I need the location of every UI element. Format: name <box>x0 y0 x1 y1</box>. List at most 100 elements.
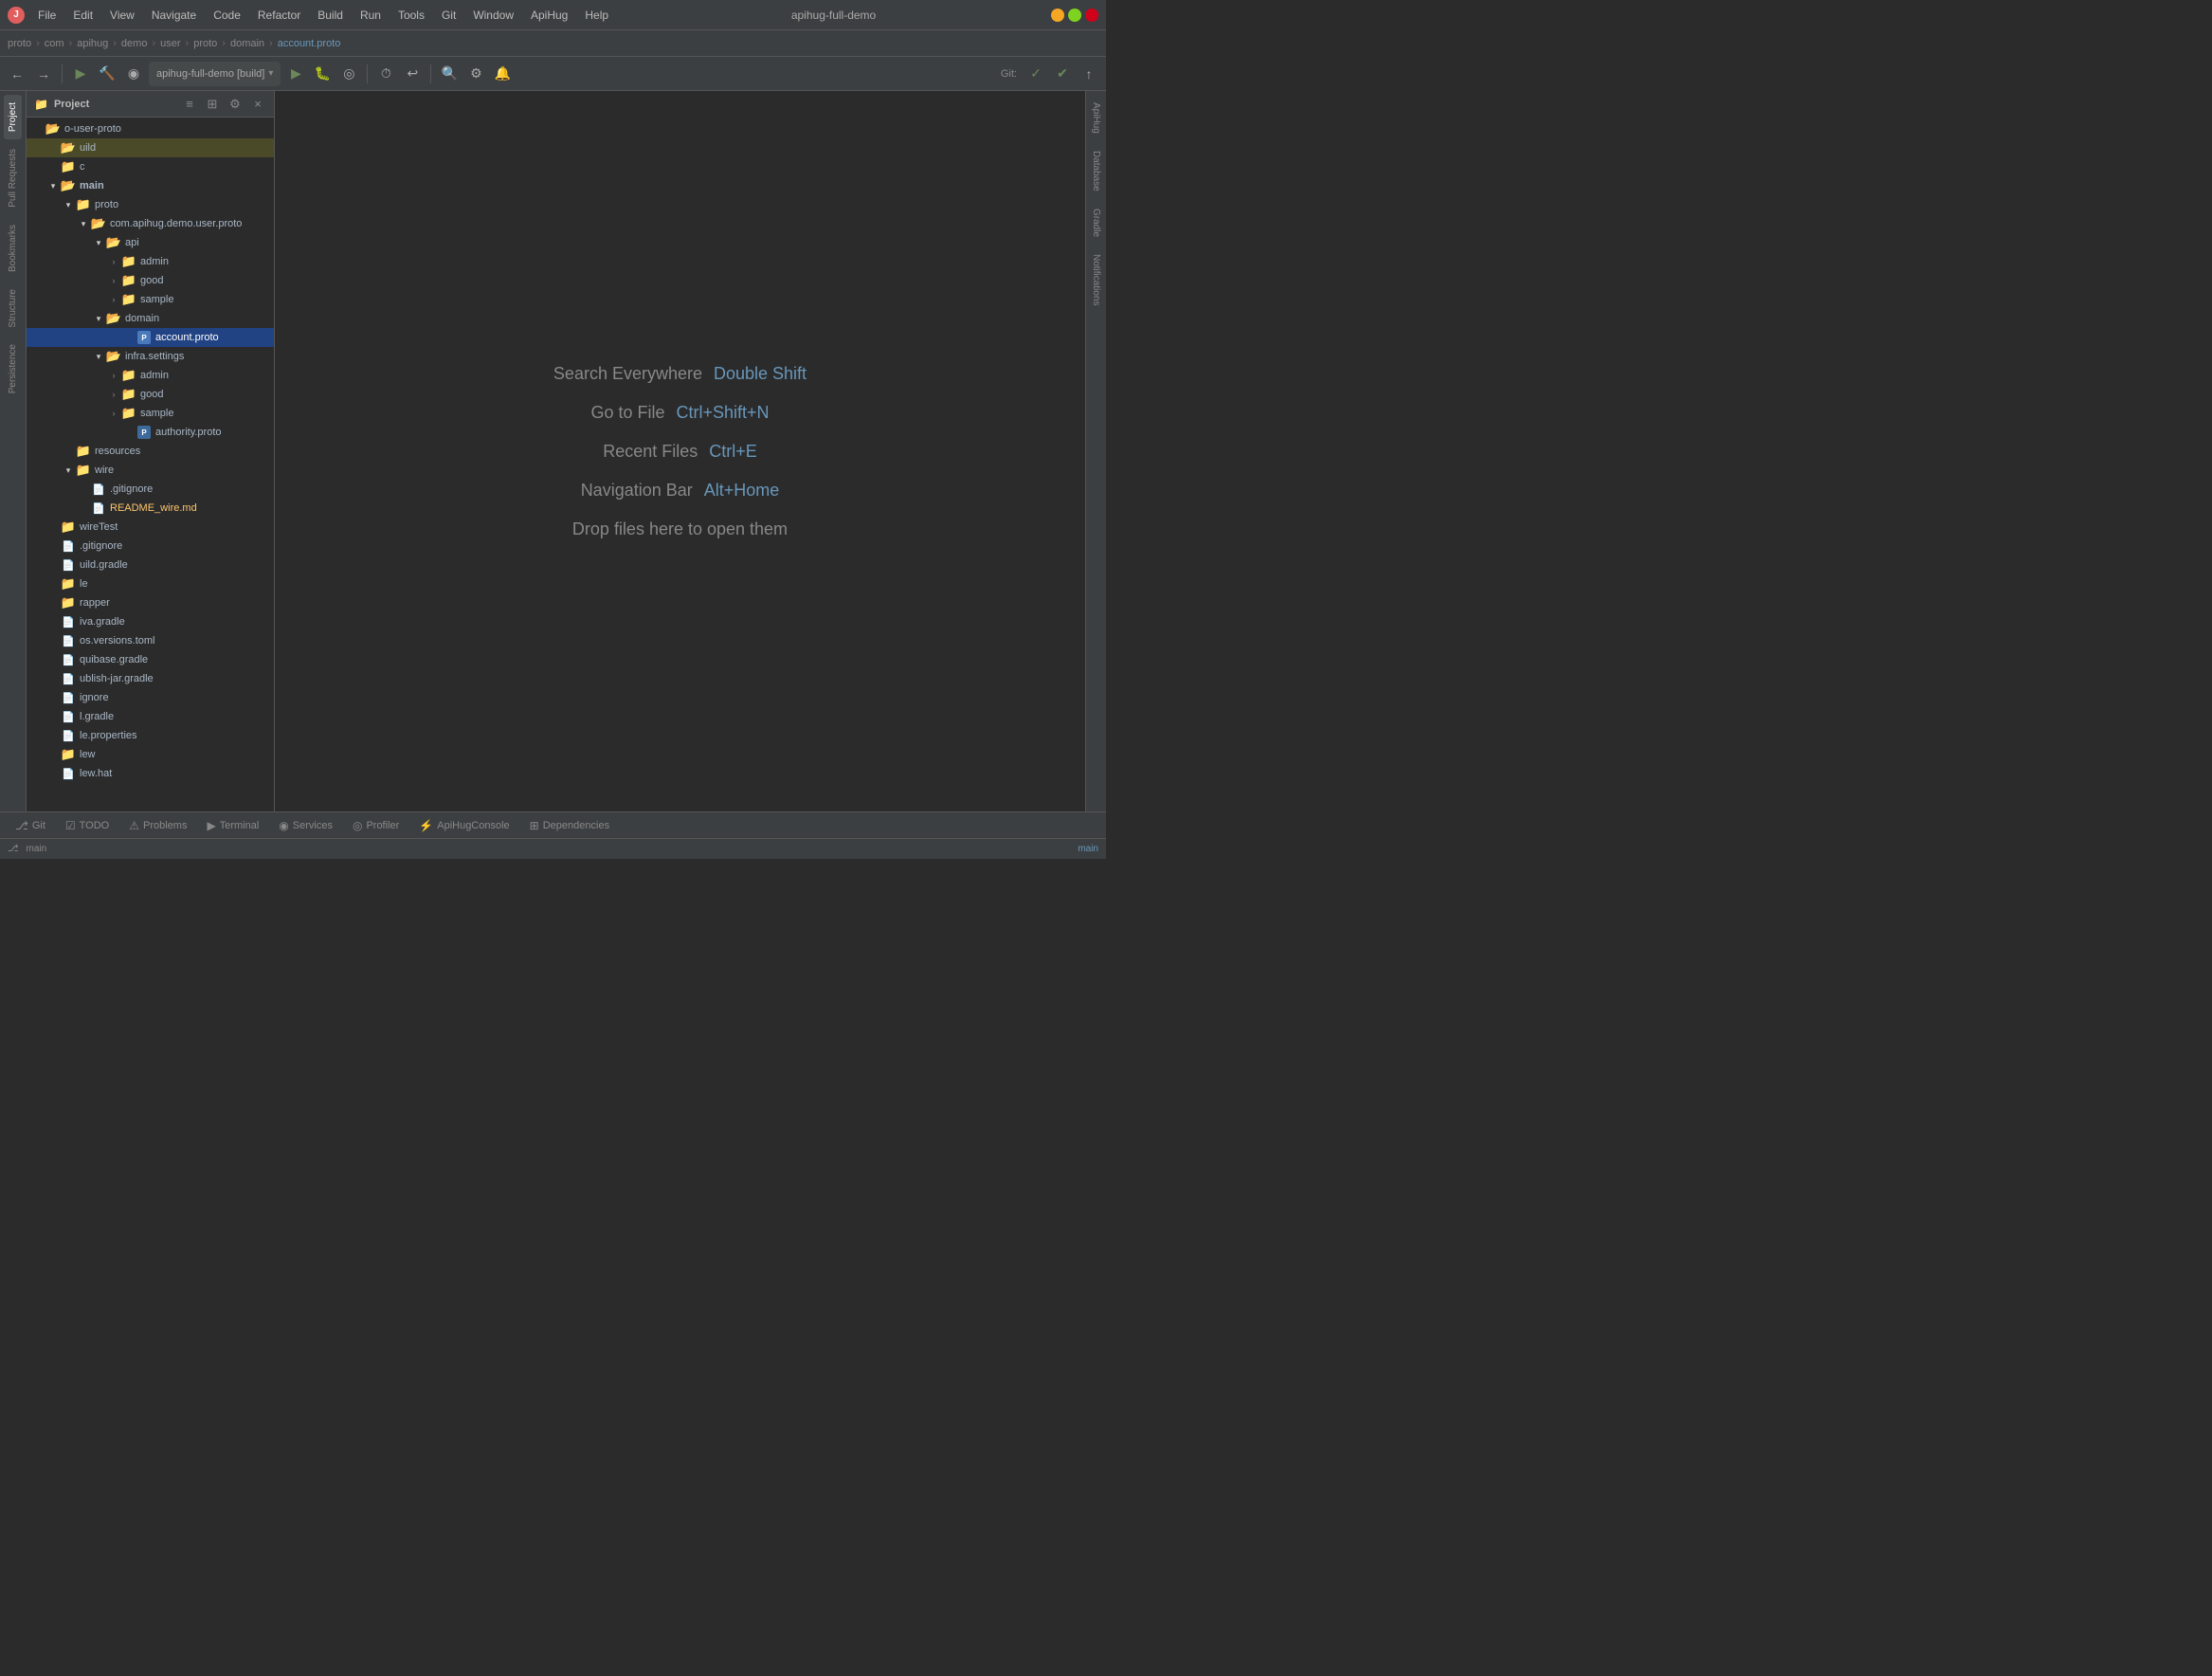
tree-item-le-properties[interactable]: 📄 le.properties <box>27 726 274 745</box>
bottom-tab-profiler[interactable]: ◎ Profiler <box>343 812 409 838</box>
menu-run[interactable]: Run <box>353 7 389 24</box>
left-tab-project[interactable]: Project <box>4 95 22 139</box>
right-tab-apihug[interactable]: ApiHug <box>1087 95 1105 141</box>
menu-code[interactable]: Code <box>206 7 248 24</box>
tree-item-proto[interactable]: ▾ 📁 proto <box>27 195 274 214</box>
debug-button[interactable]: 🐛 <box>311 63 334 85</box>
tree-item-api[interactable]: ▾ 📂 api <box>27 233 274 252</box>
breadcrumb-user[interactable]: user <box>160 38 180 49</box>
menu-view[interactable]: View <box>102 7 142 24</box>
bottom-tab-todo[interactable]: ☑ TODO <box>56 812 119 838</box>
tree-item-main[interactable]: ▾ 📂 main <box>27 176 274 195</box>
project-close-button[interactable]: × <box>249 96 266 113</box>
settings-button[interactable]: ⚙ <box>464 63 487 85</box>
undo-button[interactable]: ↩ <box>401 63 424 85</box>
breadcrumb-proto[interactable]: proto <box>8 38 31 49</box>
build-button[interactable]: 🔨 <box>96 63 118 85</box>
left-tab-persistence[interactable]: Persistence <box>4 337 22 401</box>
menu-refactor[interactable]: Refactor <box>250 7 308 24</box>
tree-item-ignore[interactable]: 📄 ignore <box>27 688 274 707</box>
left-tab-pull-requests[interactable]: Pull Requests <box>4 141 22 215</box>
tree-item-good2[interactable]: › 📁 good <box>27 385 274 404</box>
tree-item-quibase-gradle[interactable]: 📄 quibase.gradle <box>27 650 274 669</box>
tree-item-good1[interactable]: › 📁 good <box>27 271 274 290</box>
run-green-button[interactable]: ▶ <box>284 63 307 85</box>
tree-item-build[interactable]: 📂 uild <box>27 138 274 157</box>
menu-apihug[interactable]: ApiHug <box>523 7 575 24</box>
tree-item-rapper[interactable]: 📁 rapper <box>27 593 274 612</box>
bottom-tab-problems[interactable]: ⚠ Problems <box>119 812 197 838</box>
tree-item-infra[interactable]: ▾ 📂 infra.settings <box>27 347 274 366</box>
breadcrumb-demo[interactable]: demo <box>121 38 148 49</box>
tree-item-lew-hat[interactable]: 📄 lew.hat <box>27 764 274 783</box>
collapse-all-button[interactable]: ≡ <box>181 96 198 113</box>
breadcrumb-apihug[interactable]: apihug <box>77 38 108 49</box>
minimize-button[interactable] <box>1051 9 1064 22</box>
left-tab-bookmarks[interactable]: Bookmarks <box>4 217 22 280</box>
run-configuration[interactable]: apihug-full-demo [build] ▾ <box>149 62 281 86</box>
notification-button[interactable]: 🔔 <box>491 63 514 85</box>
menu-navigate[interactable]: Navigate <box>144 7 204 24</box>
tree-item-readme[interactable]: 📄 README_wire.md <box>27 499 274 518</box>
lew-hat-label: lew.hat <box>80 768 112 779</box>
breadcrumb-active-file[interactable]: account.proto <box>278 38 341 49</box>
tree-item-lew[interactable]: 📁 lew <box>27 745 274 764</box>
expand-button[interactable]: ⊞ <box>204 96 221 113</box>
wire-folder-icon: 📁 <box>76 463 91 478</box>
profile-button[interactable]: ◎ <box>337 63 360 85</box>
sample1-label: sample <box>140 294 173 305</box>
bottom-tab-services[interactable]: ◉ Services <box>269 812 343 838</box>
tree-item-admin1[interactable]: › 📁 admin <box>27 252 274 271</box>
breadcrumb-com[interactable]: com <box>45 38 64 49</box>
tree-item-admin2[interactable]: › 📁 admin <box>27 366 274 385</box>
forward-button[interactable]: → <box>32 63 55 85</box>
maximize-button[interactable] <box>1068 9 1081 22</box>
tree-item-iva-gradle[interactable]: 📄 iva.gradle <box>27 612 274 631</box>
close-button[interactable] <box>1085 9 1098 22</box>
tree-item-package[interactable]: ▾ 📂 com.apihug.demo.user.proto <box>27 214 274 233</box>
tree-item-c[interactable]: 📁 c <box>27 157 274 176</box>
git-push-button[interactable]: ↑ <box>1078 63 1100 85</box>
menu-file[interactable]: File <box>30 7 63 24</box>
back-button[interactable]: ← <box>6 63 28 85</box>
menu-window[interactable]: Window <box>465 7 521 24</box>
tree-item-wiretest[interactable]: 📁 wireTest <box>27 518 274 537</box>
tree-item-gitignore2[interactable]: 📄 .gitignore <box>27 537 274 556</box>
tree-item-publish-jar[interactable]: 📄 ublish-jar.gradle <box>27 669 274 688</box>
breadcrumb-domain[interactable]: domain <box>230 38 264 49</box>
tree-item-build-gradle[interactable]: 📄 uild.gradle <box>27 556 274 574</box>
bottom-tab-dependencies[interactable]: ⊞ Dependencies <box>520 812 620 838</box>
tree-item-account-proto[interactable]: P account.proto <box>27 328 274 347</box>
menu-git[interactable]: Git <box>434 7 463 24</box>
git-check-button[interactable]: ✓ <box>1024 63 1047 85</box>
menu-help[interactable]: Help <box>577 7 616 24</box>
tree-item-le[interactable]: 📁 le <box>27 574 274 593</box>
right-tab-notifications[interactable]: Notifications <box>1087 246 1105 313</box>
right-tab-database[interactable]: Database <box>1087 143 1105 199</box>
breadcrumb-proto2[interactable]: proto <box>193 38 217 49</box>
tree-item-resources[interactable]: 📁 resources <box>27 442 274 461</box>
git-merge-button[interactable]: ✔ <box>1051 63 1074 85</box>
tree-item-l-gradle[interactable]: 📄 l.gradle <box>27 707 274 726</box>
timer-button[interactable]: ⏱ <box>374 63 397 85</box>
tree-item-versions-toml[interactable]: 📄 os.versions.toml <box>27 631 274 650</box>
run-button[interactable]: ▶ <box>69 63 92 85</box>
menu-tools[interactable]: Tools <box>390 7 432 24</box>
tree-item-authority-proto[interactable]: P authority.proto <box>27 423 274 442</box>
search-button[interactable]: 🔍 <box>438 63 461 85</box>
bottom-tab-terminal[interactable]: ▶ Terminal <box>197 812 269 838</box>
menu-build[interactable]: Build <box>310 7 351 24</box>
coverage-button[interactable]: ◉ <box>122 63 145 85</box>
tree-item-domain[interactable]: ▾ 📂 domain <box>27 309 274 328</box>
tree-item-wire[interactable]: ▾ 📁 wire <box>27 461 274 480</box>
tree-item-gitignore1[interactable]: 📄 .gitignore <box>27 480 274 499</box>
bottom-tab-apihugconsole[interactable]: ⚡ ApiHugConsole <box>409 812 519 838</box>
tree-root[interactable]: 📂 o-user-proto <box>27 119 274 138</box>
menu-edit[interactable]: Edit <box>65 7 100 24</box>
bottom-tab-git[interactable]: ⎇ Git <box>6 812 56 838</box>
left-tab-structure[interactable]: Structure <box>4 282 22 336</box>
right-tab-gradle[interactable]: Gradle <box>1087 201 1105 245</box>
tree-item-sample1[interactable]: › 📁 sample <box>27 290 274 309</box>
project-settings-button[interactable]: ⚙ <box>227 96 244 113</box>
tree-item-sample2[interactable]: › 📁 sample <box>27 404 274 423</box>
